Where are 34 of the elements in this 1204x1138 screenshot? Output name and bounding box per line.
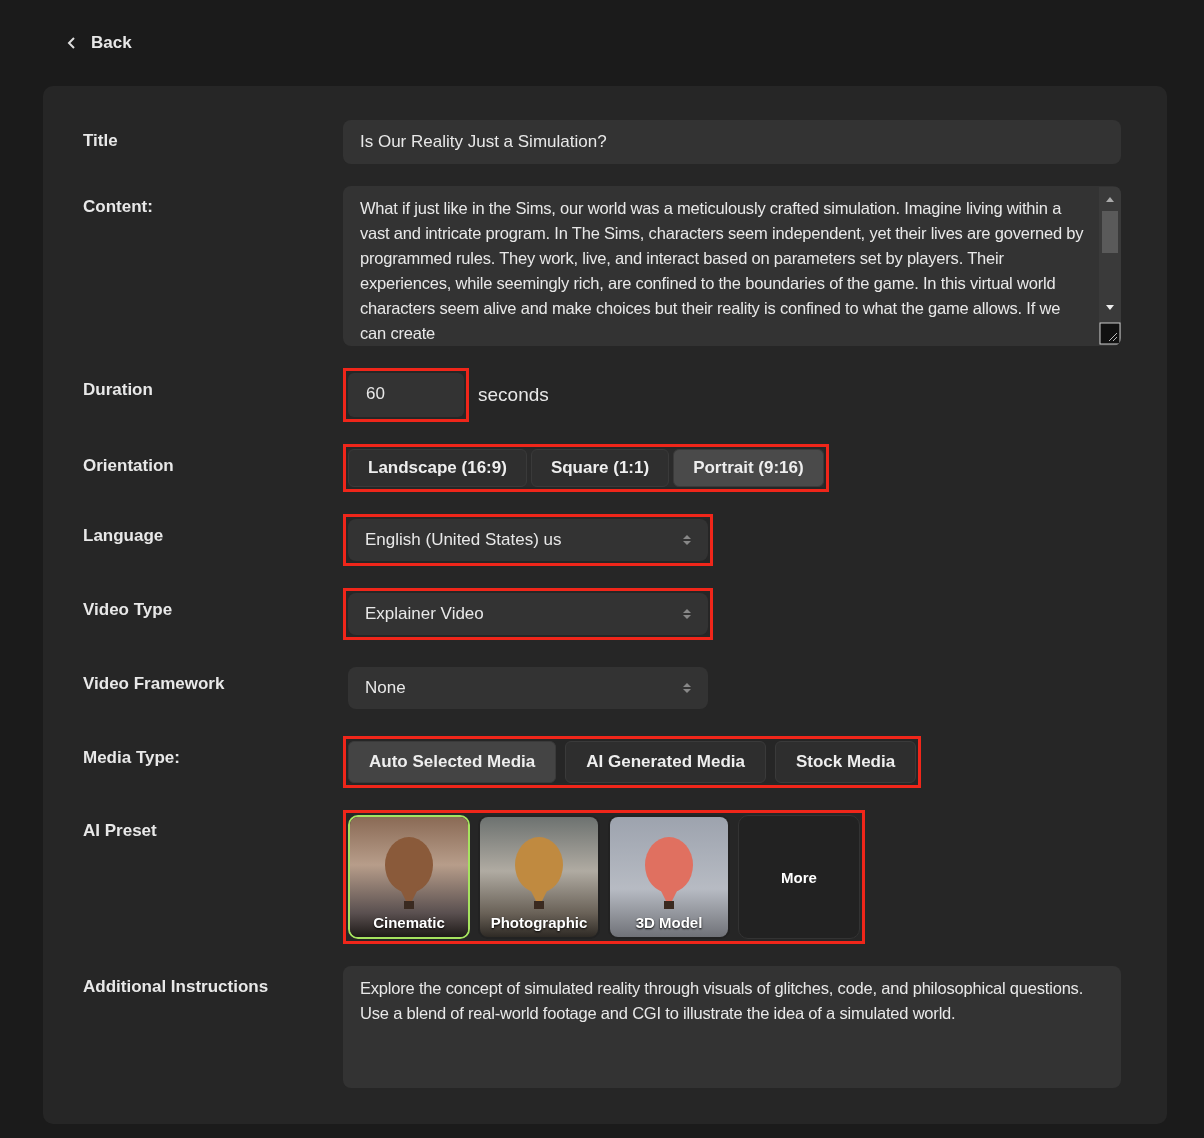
field-label: Duration [83,379,154,400]
media-type-option[interactable]: AI Generated Media [565,741,766,783]
more-tile[interactable]: More [738,815,860,939]
updown-icon [683,609,691,619]
field-label: Video Type [83,599,174,620]
orientation-option[interactable]: Portrait (9:16) [673,449,824,487]
video-type-select[interactable]: Explainer Video [348,593,708,635]
preset-tile[interactable]: 3D Model [608,815,730,939]
updown-icon [683,535,691,545]
field-label: Orientation [83,455,175,476]
content-text: What if just like in the Sims, our world was a meticulously crafted simulation. Imagine living within a vast and intricate program. In The Sims, characters seem independent, yet their lives are governed by programmed rules. They work, live, and interact based on parameters set by players. Their experiences, while seemingly rich, are confined to the boundaries of the game. In this virtual world characters seem alive and make choices but their reality is confined to what the game allows. If we can create [359,198,1085,344]
orientation-option[interactable]: Square (1:1) [530,449,670,487]
title-field[interactable]: Is Our Reality Just a Simulation? [343,120,1121,164]
chevron-left-icon [67,36,77,50]
unit-text: seconds [478,384,549,406]
field-label: Video Framework [83,673,226,694]
field-label: AI Preset [83,820,158,841]
media-type-option[interactable]: Auto Selected Media [348,741,557,783]
scrollbar-icon [1099,187,1121,345]
field-label: Title [83,130,119,151]
media-type-option[interactable]: Stock Media [775,741,917,783]
preset-tile[interactable]: Photographic [478,815,600,939]
field-label: Language [83,525,165,546]
field-label: Media Type: [83,747,181,768]
orientation-option[interactable]: Landscape (16:9) [348,449,527,487]
field-label: Content: [83,196,154,217]
instructions-textarea[interactable]: Explore the concept of simulated reality through visuals of glitches, code, and philosophical questions. Use a blend of real-world footage and CGI to illustrate the idea of a simulated world. [343,966,1121,1088]
video-framework-select[interactable]: None [348,667,708,709]
duration-field[interactable]: 60 [348,373,464,417]
language-select[interactable]: English (United States) us [348,519,708,561]
field-label: Additional Instructions [83,976,270,997]
back-link[interactable]: Back [67,30,132,56]
updown-icon [683,683,691,693]
preset-tile[interactable]: Cinematic [348,815,470,939]
